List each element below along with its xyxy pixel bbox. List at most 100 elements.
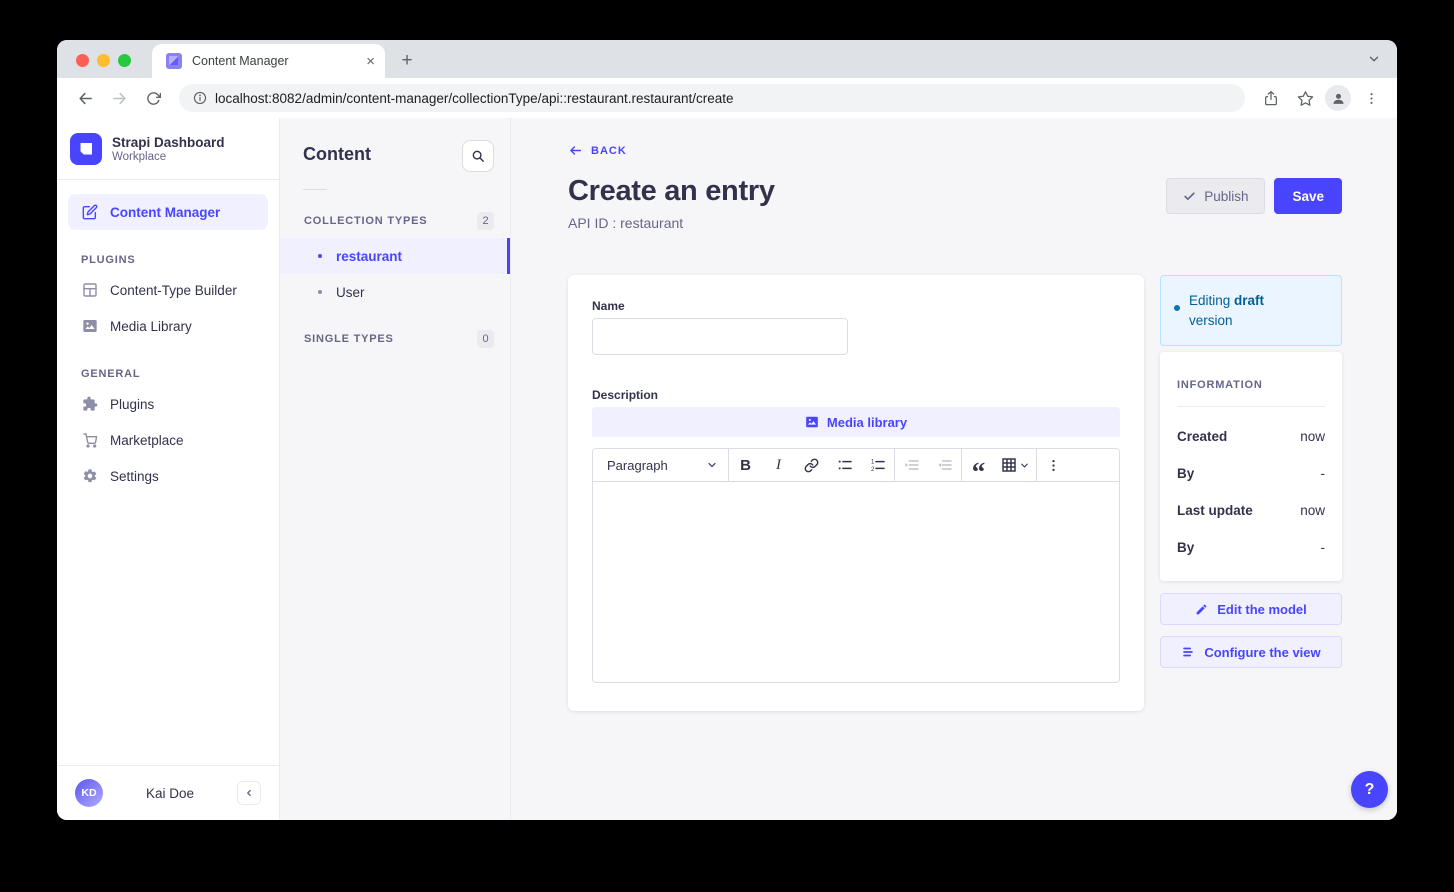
subnav-divider <box>303 189 327 190</box>
configure-view-label: Configure the view <box>1204 645 1320 660</box>
forward-nav-icon[interactable] <box>105 84 133 112</box>
check-icon <box>1183 190 1196 203</box>
sidebar-item-label: Content Manager <box>110 205 220 220</box>
workspace-brand[interactable]: Strapi Dashboard Workplace <box>57 118 279 179</box>
browser-tab[interactable]: Content Manager × <box>152 44 385 78</box>
more-options-button[interactable] <box>1037 449 1070 481</box>
blockquote-button[interactable]: “ <box>962 449 995 481</box>
media-library-label: Media library <box>827 415 907 430</box>
subnav-item-restaurant[interactable]: restaurant <box>280 238 510 274</box>
media-library-button[interactable]: Media library <box>592 407 1120 437</box>
save-button[interactable]: Save <box>1274 178 1342 214</box>
sidebar-item-plugins[interactable]: Plugins <box>68 386 268 422</box>
subnav-item-user[interactable]: User <box>280 274 510 310</box>
workspace-subtitle: Workplace <box>112 151 225 163</box>
user-name: Kai Doe <box>103 786 237 801</box>
sidebar-section-plugins: PLUGINS <box>81 254 255 266</box>
single-types-label: SINGLE TYPES <box>304 333 394 345</box>
sidebar-nav: Content Manager PLUGINS Content-Type Bui… <box>57 180 279 765</box>
indent-button[interactable] <box>895 449 928 481</box>
subnav-item-label: restaurant <box>336 249 402 264</box>
tab-close-icon[interactable]: × <box>366 54 375 69</box>
back-nav-icon[interactable] <box>71 84 99 112</box>
sidebar-item-content-manager[interactable]: Content Manager <box>68 194 268 230</box>
rich-text-editor: Paragraph B I <box>592 448 1120 683</box>
information-divider <box>1177 406 1325 407</box>
name-input[interactable] <box>592 318 848 355</box>
bullet-icon <box>318 290 322 294</box>
search-button[interactable] <box>462 140 494 172</box>
sidebar-footer: KD Kai Doe <box>57 765 279 820</box>
content-subnav: Content COLLECTION TYPES 2 restaurant Us… <box>280 118 511 820</box>
numbered-list-button[interactable]: 12 <box>861 449 894 481</box>
italic-button[interactable]: I <box>762 449 795 481</box>
tab-title: Content Manager <box>192 54 356 68</box>
browser-window: Content Manager × + localhost:8082/admin… <box>57 40 1397 820</box>
information-card: INFORMATION Created now By - Last update <box>1160 352 1342 581</box>
close-window-button[interactable] <box>76 54 89 67</box>
info-row-created-by: By - <box>1177 466 1325 481</box>
minimize-window-button[interactable] <box>97 54 110 67</box>
new-tab-button[interactable]: + <box>393 47 421 75</box>
collection-types-label: COLLECTION TYPES <box>304 215 427 227</box>
paragraph-style-dropdown[interactable]: Paragraph <box>595 449 728 481</box>
window-controls[interactable] <box>76 54 131 67</box>
paragraph-style-value: Paragraph <box>607 458 668 473</box>
edit-model-label: Edit the model <box>1217 602 1307 617</box>
editor-content-area[interactable] <box>593 482 1119 682</box>
sidebar-item-label: Marketplace <box>110 433 184 448</box>
edit-model-button[interactable]: Edit the model <box>1160 593 1342 625</box>
sidebar-item-media-library[interactable]: Media Library <box>68 308 268 344</box>
publish-button[interactable]: Publish <box>1166 178 1265 214</box>
gear-icon <box>81 468 98 484</box>
share-icon[interactable] <box>1257 84 1285 112</box>
tab-strip: Content Manager × + <box>57 40 1397 78</box>
svg-text:1: 1 <box>871 460 875 466</box>
bullet-list-button[interactable] <box>828 449 861 481</box>
maximize-window-button[interactable] <box>118 54 131 67</box>
bookmark-star-icon[interactable] <box>1291 84 1319 112</box>
table-icon <box>1001 457 1017 473</box>
strapi-logo-icon <box>70 133 102 165</box>
user-avatar[interactable]: KD <box>75 779 103 807</box>
collection-types-header: COLLECTION TYPES 2 <box>280 204 510 238</box>
draft-status-text: Editing draft version <box>1189 291 1305 330</box>
reload-icon[interactable] <box>139 84 167 112</box>
collapse-sidebar-button[interactable] <box>237 781 261 805</box>
strapi-app: Strapi Dashboard Workplace Content Manag… <box>57 118 1397 820</box>
link-button[interactable] <box>795 449 828 481</box>
page-title: Create an entry <box>568 175 775 208</box>
sidebar-item-settings[interactable]: Settings <box>68 458 268 494</box>
draft-status-banner: Editing draft version <box>1160 275 1342 346</box>
name-field-label: Name <box>592 299 1120 313</box>
help-button[interactable]: ? <box>1351 771 1388 808</box>
back-label: BACK <box>591 145 627 157</box>
search-icon <box>471 149 485 163</box>
bold-button[interactable]: B <box>729 449 762 481</box>
sidebar-item-label: Settings <box>110 469 159 484</box>
image-icon <box>81 318 98 334</box>
configure-view-button[interactable]: Configure the view <box>1160 636 1342 668</box>
table-insert-button[interactable] <box>995 457 1036 473</box>
back-arrow-icon <box>568 144 583 157</box>
image-icon <box>805 415 819 429</box>
url-text: localhost:8082/admin/content-manager/col… <box>215 91 734 106</box>
sidebar-item-label: Content-Type Builder <box>110 283 237 298</box>
sidebar-item-label: Media Library <box>110 319 192 334</box>
editor-toolbar: Paragraph B I <box>593 449 1119 482</box>
information-title: INFORMATION <box>1177 379 1325 391</box>
shopping-cart-icon <box>81 432 98 448</box>
api-id-subtitle: API ID : restaurant <box>568 215 775 231</box>
configure-lines-icon <box>1181 645 1195 659</box>
outdent-button[interactable] <box>928 449 961 481</box>
tab-search-chevron-icon[interactable] <box>1367 52 1381 66</box>
single-types-count-badge: 0 <box>477 330 494 348</box>
workspace-name: Strapi Dashboard <box>112 135 225 152</box>
browser-menu-icon[interactable] <box>1357 84 1385 112</box>
sidebar-item-content-type-builder[interactable]: Content-Type Builder <box>68 272 268 308</box>
address-bar[interactable]: localhost:8082/admin/content-manager/col… <box>179 84 1245 112</box>
browser-profile-icon[interactable] <box>1325 85 1351 111</box>
sidebar-item-marketplace[interactable]: Marketplace <box>68 422 268 458</box>
back-link[interactable]: BACK <box>568 144 627 157</box>
site-info-icon[interactable] <box>193 91 207 105</box>
